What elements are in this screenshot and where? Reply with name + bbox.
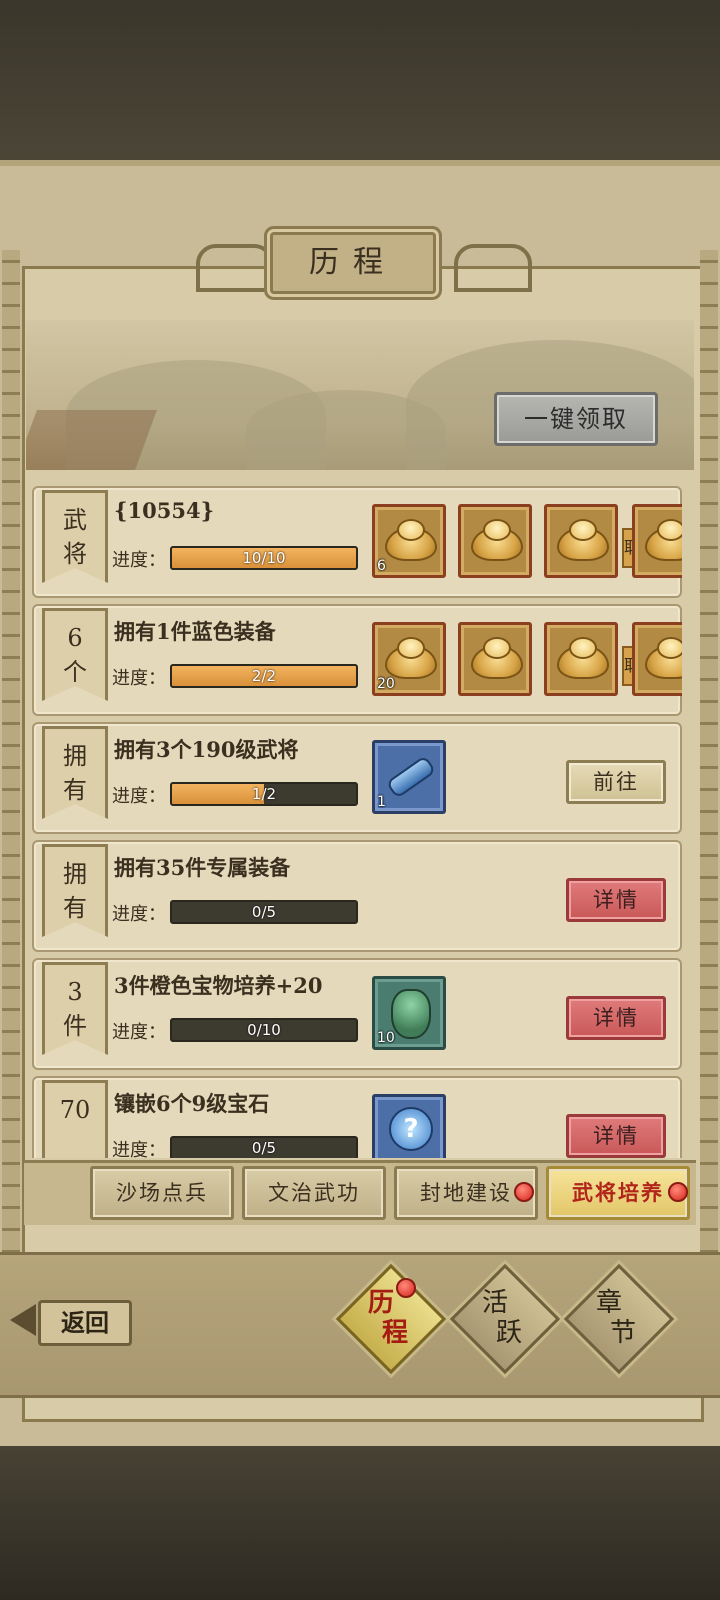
reward-item[interactable] (458, 504, 532, 578)
ingot-icon (385, 519, 437, 561)
question-mark-icon: ? (389, 1107, 433, 1151)
title-left-scroll-ornament (196, 244, 274, 292)
progress-label: 进度： (112, 786, 166, 807)
progress-bar: 10/10 (170, 546, 358, 570)
tab-battlefield[interactable]: 沙场点兵 (90, 1166, 234, 1220)
tag-char: 将 (63, 540, 87, 568)
ingot-icon (645, 637, 682, 679)
task-row: 70 镶嵌6个9级宝石 进度： 0/5 ? 详情 (32, 1076, 682, 1158)
task-tag-ribbon: 70 (42, 1080, 108, 1158)
reward-quantity: 6 (377, 558, 386, 574)
money-bag-icon (391, 989, 431, 1039)
tag-char: 3 (67, 978, 83, 1006)
task-tag-ribbon: 拥有 (42, 726, 108, 819)
tag-char: 拥 (63, 860, 87, 888)
progress-text: 2/2 (251, 667, 277, 685)
ingot-icon (385, 637, 437, 679)
tag-char: 6 (67, 624, 83, 652)
task-title: 拥有3个190级武将 (114, 737, 299, 762)
task-tag-ribbon: 6个 (42, 608, 108, 701)
task-row: 6个 拥有1件蓝色装备 进度： 2/2 20 取 (32, 604, 682, 716)
progress-text: 1/2 (251, 785, 277, 803)
reward-item[interactable]: 6 (372, 504, 446, 578)
reward-item[interactable]: 1 (372, 740, 446, 814)
task-tag-ribbon: 拥有 (42, 844, 108, 937)
progress-bar: 0/10 (170, 1018, 358, 1042)
scroll-icon (385, 755, 437, 799)
reward-item[interactable] (632, 622, 682, 696)
progress-text: 0/10 (247, 1021, 281, 1039)
reward-item[interactable] (544, 622, 618, 696)
progress-label: 进度： (112, 668, 166, 689)
go-button[interactable]: 前往 (566, 760, 666, 804)
ingot-icon (557, 519, 609, 561)
progress-bar: 2/2 (170, 664, 358, 688)
reward-item[interactable]: 10 (372, 976, 446, 1050)
task-row: 拥有 拥有35件专属装备 进度： 0/5 详情 (32, 840, 682, 952)
progress-text: 10/10 (242, 549, 286, 567)
left-fret-border (2, 250, 20, 1380)
tab-civil-military[interactable]: 文治武功 (242, 1166, 386, 1220)
progress-text: 0/5 (251, 903, 277, 921)
task-tag-ribbon: 武将 (42, 490, 108, 583)
reward-item[interactable] (544, 504, 618, 578)
back-label: 返回 (38, 1300, 132, 1346)
progress-text: 0/5 (251, 1139, 277, 1157)
reward-quantity: 20 (377, 676, 395, 692)
ingot-icon (557, 637, 609, 679)
task-row: 拥有 拥有3个190级武将 进度： 1/2 1 前往 (32, 722, 682, 834)
task-row: 3件 3件橙色宝物培养+20 进度： 0/10 10 详情 (32, 958, 682, 1070)
reward-item[interactable] (632, 504, 682, 578)
task-tag-ribbon: 3件 (42, 962, 108, 1055)
tag-char: 个 (63, 658, 87, 686)
task-title: {10554} (114, 498, 215, 523)
reward-item[interactable] (458, 622, 532, 696)
progress-label: 进度： (112, 1140, 166, 1158)
tag-char: 有 (63, 776, 87, 804)
tag-char: 件 (63, 1012, 87, 1040)
top-backdrop (0, 0, 720, 165)
tag-char: 70 (59, 1096, 91, 1124)
nav-chapter-label: 章节 (595, 1288, 636, 1348)
details-button[interactable]: 详情 (566, 1114, 666, 1158)
tag-char: 有 (63, 894, 87, 922)
back-arrow-icon (10, 1304, 36, 1336)
right-fret-border (700, 250, 718, 1380)
progress-bar: 0/5 (170, 900, 358, 924)
reward-quantity: 1 (377, 794, 386, 810)
details-button[interactable]: 详情 (566, 996, 666, 1040)
reward-item[interactable]: ? (372, 1094, 446, 1158)
back-button[interactable]: 返回 (10, 1300, 132, 1346)
nav-activity-label: 活跃 (481, 1288, 522, 1348)
progress-label: 进度： (112, 904, 166, 925)
progress-bar: 1/2 (170, 782, 358, 806)
task-title: 镶嵌6个9级宝石 (114, 1091, 270, 1116)
task-title: 3件橙色宝物培养+20 (114, 973, 323, 998)
details-button[interactable]: 详情 (566, 878, 666, 922)
claim-all-button[interactable]: 一键领取 (494, 392, 658, 446)
task-row: 武将 {10554} 进度： 10/10 6 取 (32, 486, 682, 598)
title-right-scroll-ornament (454, 244, 532, 292)
notification-dot (514, 1182, 534, 1202)
nav-history-label: 历程 (367, 1288, 408, 1348)
reward-quantity: 10 (377, 1030, 395, 1046)
progress-label: 进度： (112, 1022, 166, 1043)
notification-dot (396, 1278, 416, 1298)
ingot-icon (645, 519, 682, 561)
tag-char: 武 (63, 506, 87, 534)
progress-label: 进度： (112, 550, 166, 571)
ingot-icon (471, 637, 523, 679)
page-title: 历程 (270, 232, 436, 294)
reward-item[interactable]: 20 (372, 622, 446, 696)
task-title: 拥有1件蓝色装备 (114, 619, 276, 644)
notification-dot (668, 1182, 688, 1202)
progress-bar: 0/5 (170, 1136, 358, 1158)
tag-char: 拥 (63, 742, 87, 770)
bottom-backdrop (0, 1420, 720, 1600)
task-list[interactable]: 武将 {10554} 进度： 10/10 6 取 6个 拥有1件蓝色装备 进度：… (32, 486, 682, 1158)
task-title: 拥有35件专属装备 (114, 855, 291, 880)
ingot-icon (471, 519, 523, 561)
